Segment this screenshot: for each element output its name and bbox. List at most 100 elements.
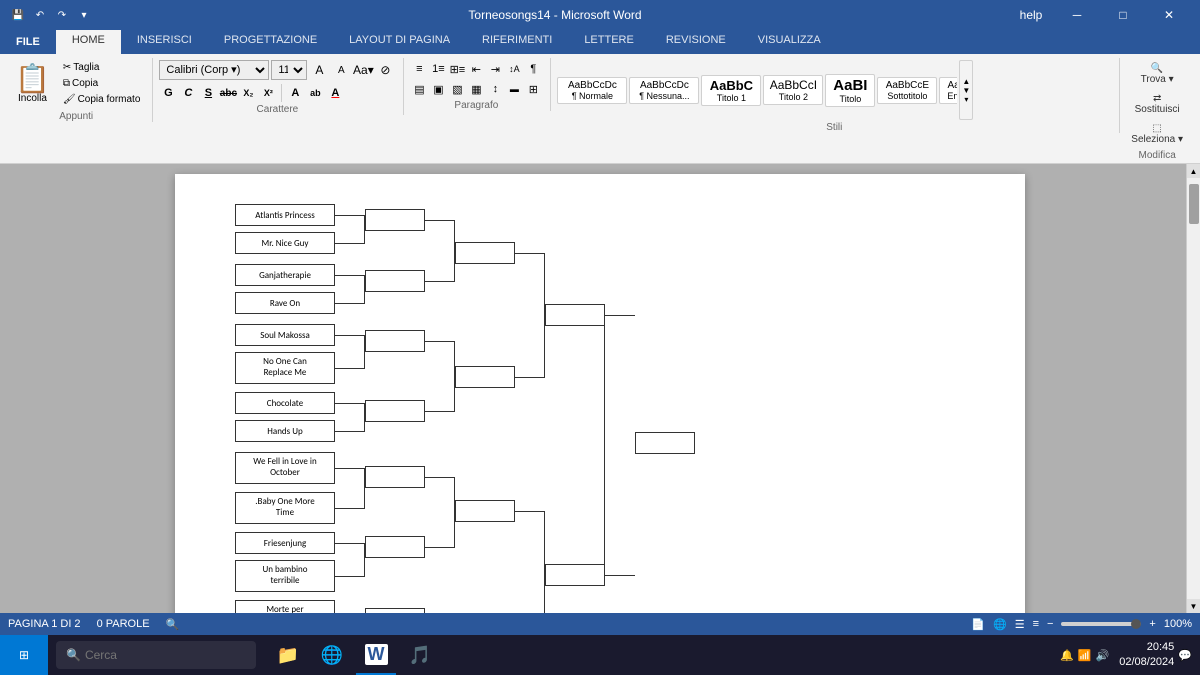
view-outline-btn[interactable]: ☰ <box>1015 618 1025 631</box>
style-normal[interactable]: AaBbCcDc¶ Normale <box>557 77 627 104</box>
text-highlight-btn[interactable]: ab <box>306 84 324 102</box>
notification-btn[interactable]: 💬 <box>1178 649 1192 662</box>
taskbar-search-input[interactable] <box>85 648 225 662</box>
underline-btn[interactable]: S <box>199 84 217 102</box>
taskbar-chrome-btn[interactable]: 🌐 <box>312 635 352 675</box>
change-case-btn[interactable]: Aa▾ <box>353 60 373 80</box>
style-title2[interactable]: AaBbCcITitolo 2 <box>763 75 823 105</box>
taskbar-explorer-btn[interactable]: 📁 <box>268 635 308 675</box>
copy-btn[interactable]: ⧉ Copia <box>59 76 145 91</box>
minimize-btn[interactable]: ─ <box>1054 0 1100 30</box>
entry-4: Soul Makossa <box>235 324 335 346</box>
conn-11a <box>335 576 365 577</box>
style-title[interactable]: AaBITitolo <box>825 74 875 107</box>
scroll-up-btn[interactable]: ▲ <box>1187 164 1200 178</box>
borders-btn[interactable]: ⊞ <box>524 80 542 98</box>
paste-btn[interactable]: 📋 Incolla <box>8 60 57 109</box>
r2-box-0 <box>365 209 425 231</box>
line-spacing-btn[interactable]: ↕ <box>486 80 504 98</box>
superscript-btn[interactable]: X² <box>259 84 277 102</box>
scissors-icon: ✂ <box>63 62 71 73</box>
statusbar-right: 📄 🌐 ☰ ≡ − + 100% <box>971 618 1192 631</box>
lang-icon[interactable]: 🔍 <box>166 618 180 631</box>
align-right-btn[interactable]: ▧ <box>448 80 466 98</box>
view-draft-btn[interactable]: ≡ <box>1033 618 1039 630</box>
conn-5a <box>335 368 365 369</box>
font-name-select[interactable]: Calibri (Corp ▾) <box>159 60 269 80</box>
format-painter-btn[interactable]: 🖌 Copia formato <box>59 92 145 107</box>
zoom-slider[interactable] <box>1061 622 1141 626</box>
style-subtitle[interactable]: AaBbCcESottotitolo <box>877 77 937 104</box>
strikethrough-btn[interactable]: abc <box>219 84 237 102</box>
bold-btn[interactable]: G <box>159 84 177 102</box>
cut-btn[interactable]: ✂ Taglia <box>59 60 145 75</box>
taskbar-search[interactable]: 🔍 <box>56 641 256 669</box>
justify-btn[interactable]: ▦ <box>467 80 485 98</box>
help-btn[interactable]: help <box>1008 0 1054 30</box>
style-no-spacing[interactable]: AaBbCcDc¶ Nessuna... <box>629 77 699 104</box>
vertical-scrollbar[interactable]: ▲ ▼ <box>1186 164 1200 613</box>
conn-6a <box>335 403 365 404</box>
r3-v2 <box>454 477 455 547</box>
shrink-font-btn[interactable]: A <box>331 60 351 80</box>
bullets-btn[interactable]: ≡ <box>410 60 428 78</box>
italic-btn[interactable]: C <box>179 84 197 102</box>
text-effect-btn[interactable]: A <box>286 84 304 102</box>
view-page-btn[interactable]: 📄 <box>971 618 985 631</box>
r4-v0 <box>544 253 545 377</box>
zoom-out-btn[interactable]: − <box>1047 618 1053 630</box>
r4-conn-0b <box>515 377 545 378</box>
tab-inserisci[interactable]: INSERISCI <box>121 30 208 54</box>
scroll-down-btn[interactable]: ▼ <box>1187 599 1200 613</box>
align-center-btn[interactable]: ▣ <box>429 80 447 98</box>
decrease-indent-btn[interactable]: ⇤ <box>467 60 485 78</box>
taskbar-spotify-btn[interactable]: 🎵 <box>400 635 440 675</box>
tab-progettazione[interactable]: PROGETTAZIONE <box>208 30 333 54</box>
shading-btn[interactable]: ▬ <box>505 80 523 98</box>
close-btn[interactable]: ✕ <box>1146 0 1192 30</box>
increase-indent-btn[interactable]: ⇥ <box>486 60 504 78</box>
clear-format-btn[interactable]: ⊘ <box>375 60 395 80</box>
start-button[interactable]: ⊞ <box>0 635 48 675</box>
font-size-select[interactable]: 11 <box>271 60 307 80</box>
view-web-btn[interactable]: 🌐 <box>993 618 1007 631</box>
style-title1[interactable]: AaBbCTitolo 1 <box>701 75 761 106</box>
maximize-btn[interactable]: □ <box>1100 0 1146 30</box>
network-icon: 📶 <box>1078 649 1092 662</box>
tab-home[interactable]: HOME <box>56 30 121 54</box>
sort-btn[interactable]: ↕A <box>505 60 523 78</box>
tab-visualizza[interactable]: VISUALIZZA <box>742 30 837 54</box>
styles-scroll-btn[interactable]: ▲ ▼ ▾ <box>959 60 973 120</box>
entry-8: We Fell in Love inOctober <box>235 452 335 484</box>
tab-file[interactable]: FILE <box>0 30 56 54</box>
grow-font-btn[interactable]: A <box>309 60 329 80</box>
redo-quick-btn[interactable]: ↷ <box>52 5 72 25</box>
customize-quick-btn[interactable]: ▾ <box>74 5 94 25</box>
save-quick-btn[interactable]: 💾 <box>8 5 28 25</box>
find-btn[interactable]: 🔍 Trova ▾ <box>1126 60 1188 88</box>
scroll-thumb-v[interactable] <box>1189 184 1199 224</box>
tab-layout[interactable]: LAYOUT DI PAGINA <box>333 30 466 54</box>
tab-riferimenti[interactable]: RIFERIMENTI <box>466 30 568 54</box>
font-color-btn[interactable]: A <box>326 84 344 102</box>
show-para-btn[interactable]: ¶ <box>524 60 542 78</box>
group-font: Calibri (Corp ▾) 11 A A Aa▾ ⊘ G C S <box>155 58 404 115</box>
chrome-icon: 🌐 <box>321 645 343 666</box>
taskbar-word-btn[interactable]: W <box>356 635 396 675</box>
tab-revisione[interactable]: REVISIONE <box>650 30 742 54</box>
windows-logo-icon: ⊞ <box>19 648 29 662</box>
select-btn[interactable]: ⬚ Seleziona ▾ <box>1126 120 1188 148</box>
style-emphasis[interactable]: AaBbCcDcEnfasi deli... <box>939 77 957 104</box>
subscript-btn[interactable]: X₂ <box>239 84 257 102</box>
font-group-label: Carattere <box>159 102 395 115</box>
multilevel-btn[interactable]: ⊞≡ <box>448 60 466 78</box>
conn-v1 <box>364 275 365 303</box>
replace-btn[interactable]: ⇄ Sostituisci <box>1126 90 1188 118</box>
r4-conn-1a <box>515 511 545 512</box>
tab-lettere[interactable]: LETTERE <box>568 30 650 54</box>
tray-icon-1: 🔔 <box>1060 649 1074 662</box>
zoom-in-btn[interactable]: + <box>1149 618 1155 630</box>
align-left-btn[interactable]: ▤ <box>410 80 428 98</box>
undo-quick-btn[interactable]: ↶ <box>30 5 50 25</box>
numbering-btn[interactable]: 1≡ <box>429 60 447 78</box>
